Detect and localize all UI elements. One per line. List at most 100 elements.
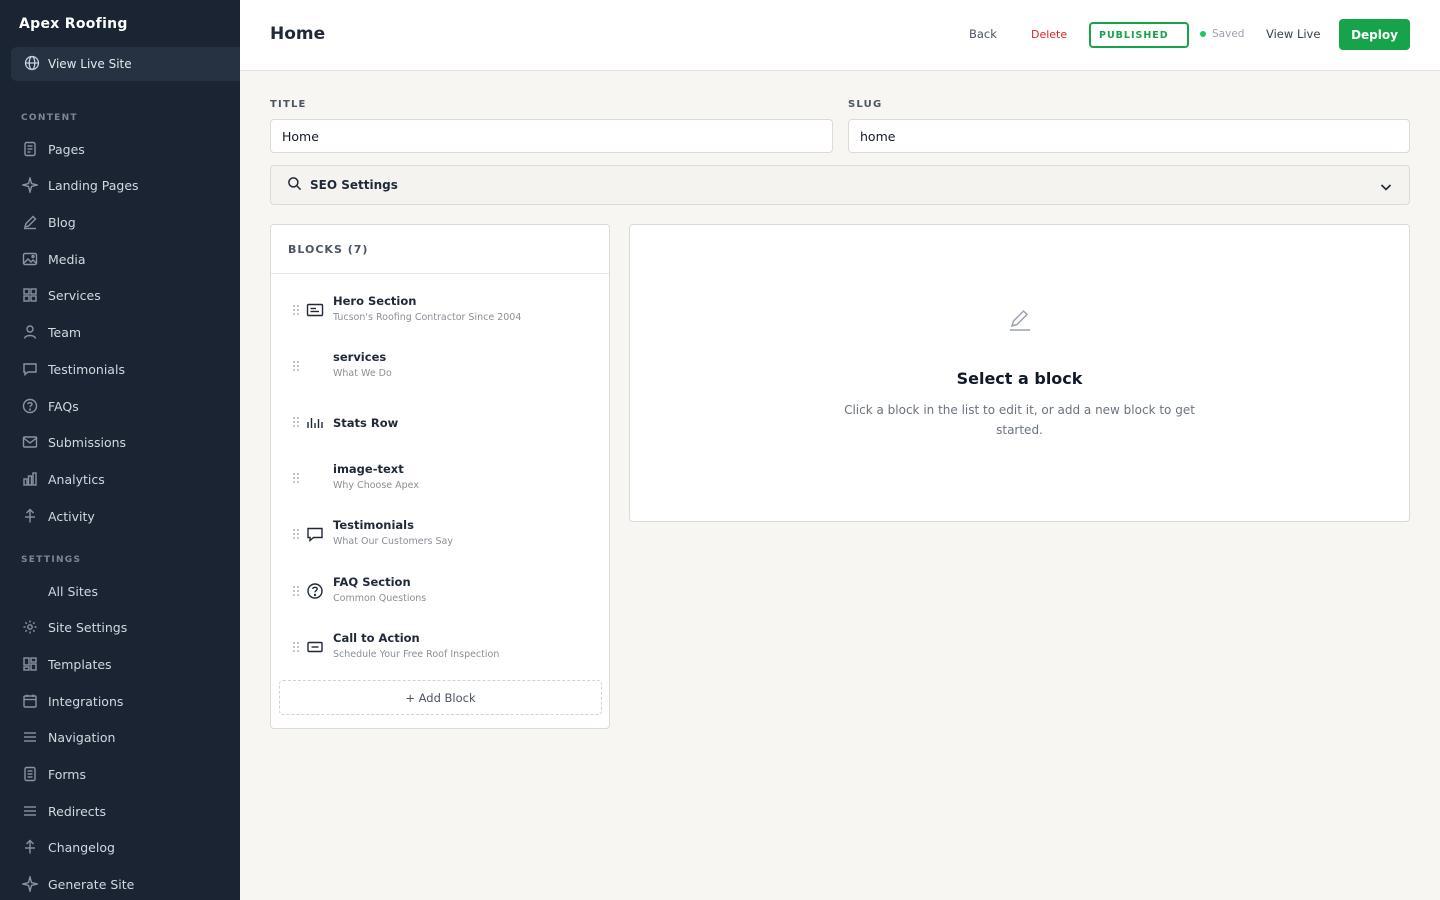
search-icon (287, 176, 302, 195)
page-header: Home Back Delete PUBLISHED Saved View Li… (240, 0, 1440, 71)
brand-name: Apex Roofing (19, 16, 128, 32)
sidebar-item-label: Integrations (48, 693, 124, 709)
block-item-hero-section[interactable]: Hero Section Tucson's Roofing Contractor… (271, 285, 609, 335)
block-item-testimonials[interactable]: Testimonials What Our Customers Say (271, 509, 609, 559)
sidebar-item-forms[interactable]: Forms (21, 763, 86, 785)
sidebar-item-label: Activity (48, 508, 95, 524)
slug-input[interactable] (848, 119, 1410, 153)
empty-state-title: Select a block (956, 369, 1083, 388)
chevron-down-icon (1379, 179, 1393, 198)
status-badge[interactable]: PUBLISHED (1089, 22, 1189, 48)
sidebar-item-changelog[interactable]: Changelog (21, 836, 115, 858)
deploy-button[interactable]: Deploy (1339, 19, 1410, 50)
pen-icon (21, 213, 39, 231)
sidebar-item-label: Media (48, 251, 86, 267)
block-subtitle: Schedule Your Free Roof Inspection (333, 649, 500, 660)
add-block-button[interactable]: + Add Block (279, 680, 602, 715)
block-item-services[interactable]: services What We Do (271, 341, 609, 391)
user-icon (21, 323, 39, 341)
sidebar-item-label: Generate Site (48, 876, 135, 892)
edit-pencil-icon (1010, 309, 1030, 331)
sidebar-item-generate-site[interactable]: Generate Site (21, 873, 134, 895)
saved-dot-icon (1200, 31, 1206, 37)
stats-icon (307, 418, 323, 428)
sidebar-item-activity[interactable]: Activity (21, 505, 95, 527)
drag-handle-icon[interactable] (292, 472, 300, 484)
question-icon (307, 583, 323, 599)
block-item-faq-section[interactable]: FAQ Section Common Questions (271, 566, 609, 616)
chat-icon (307, 527, 323, 543)
sidebar-item-label: All Sites (48, 583, 98, 599)
grid-icon (21, 286, 39, 304)
block-item-call-to-action[interactable]: Call to Action Schedule Your Free Roof I… (271, 622, 609, 672)
hero-icon (306, 303, 324, 317)
page-icon (21, 140, 39, 158)
block-name: Testimonials (333, 518, 414, 532)
title-label: TITLE (270, 99, 307, 110)
content-section-label: CONTENT (21, 113, 78, 123)
block-item-image-text[interactable]: image-text Why Choose Apex (271, 453, 609, 503)
sidebar-item-label: FAQs (48, 398, 79, 414)
seo-settings-label: SEO Settings (310, 178, 398, 192)
seo-settings-toggle[interactable]: SEO Settings (270, 165, 1410, 205)
changelog-icon (21, 838, 39, 856)
sidebar-item-media[interactable]: Media (21, 248, 86, 270)
bar-chart-icon (21, 470, 39, 488)
back-button[interactable]: Back (969, 27, 997, 41)
sparkle-icon (21, 875, 39, 893)
block-name: Call to Action (333, 631, 420, 645)
sidebar-item-integrations[interactable]: Integrations (21, 690, 123, 712)
sidebar-item-label: Redirects (48, 803, 107, 819)
block-editor-panel: Select a block Click a block in the list… (629, 224, 1410, 522)
sidebar-item-label: Services (48, 287, 101, 303)
empty-state-description: Click a block in the list to edit it, or… (844, 403, 1195, 437)
block-subtitle: What Our Customers Say (333, 536, 453, 547)
block-name: FAQ Section (333, 575, 411, 589)
sidebar-item-faqs[interactable]: FAQs (21, 395, 79, 417)
sidebar-item-label: Submissions (48, 434, 127, 450)
sidebar-item-blog[interactable]: Blog (21, 211, 76, 233)
view-live-site-link[interactable]: View Live Site (11, 47, 240, 81)
mail-icon (21, 433, 39, 451)
sidebar-item-services[interactable]: Services (21, 284, 101, 306)
sparkle-icon (21, 176, 39, 194)
sidebar-item-label: Navigation (48, 729, 116, 745)
blocks-heading: BLOCKS (7) (271, 225, 609, 274)
sidebar-item-label: Forms (48, 766, 87, 782)
block-name: Hero Section (333, 294, 417, 308)
drag-handle-icon[interactable] (292, 416, 300, 428)
sidebar-item-label: Blog (48, 214, 76, 230)
gear-icon (21, 618, 39, 636)
sidebar-item-label: Testimonials (48, 361, 125, 377)
sidebar-item-team[interactable]: Team (21, 321, 81, 343)
menu-icon (21, 728, 39, 746)
sidebar-item-landing-pages[interactable]: Landing Pages (21, 174, 139, 196)
block-name: services (333, 350, 387, 364)
sidebar-item-redirects[interactable]: Redirects (21, 800, 106, 822)
saved-label: Saved (1212, 28, 1245, 40)
title-input[interactable] (270, 119, 833, 153)
sidebar: Apex Roofing View Live Site CONTENT Page… (0, 0, 240, 900)
sidebar-item-testimonials[interactable]: Testimonials (21, 358, 125, 380)
drag-handle-icon[interactable] (292, 304, 300, 316)
sidebar-item-analytics[interactable]: Analytics (21, 468, 105, 490)
form-icon (21, 765, 39, 783)
drag-handle-icon[interactable] (292, 585, 300, 597)
sidebar-item-site-settings[interactable]: Site Settings (21, 616, 127, 638)
sidebar-item-all-sites[interactable]: All Sites (21, 580, 98, 602)
globe-icon (24, 55, 48, 74)
block-item-stats-row[interactable]: Stats Row (271, 397, 609, 447)
sidebar-item-templates[interactable]: Templates (21, 653, 112, 675)
sidebar-item-navigation[interactable]: Navigation (21, 726, 115, 748)
drag-handle-icon[interactable] (292, 641, 300, 653)
block-subtitle: Common Questions (333, 593, 427, 604)
delete-button[interactable]: Delete (1031, 28, 1067, 41)
image-icon (21, 250, 39, 268)
settings-section-label: SETTINGS (21, 555, 82, 565)
sidebar-item-pages[interactable]: Pages (21, 138, 85, 160)
sidebar-item-submissions[interactable]: Submissions (21, 431, 126, 453)
drag-handle-icon[interactable] (292, 528, 300, 540)
drag-handle-icon[interactable] (292, 360, 300, 372)
view-live-button[interactable]: View Live (1266, 27, 1320, 41)
sidebar-item-label: Changelog (48, 839, 115, 855)
